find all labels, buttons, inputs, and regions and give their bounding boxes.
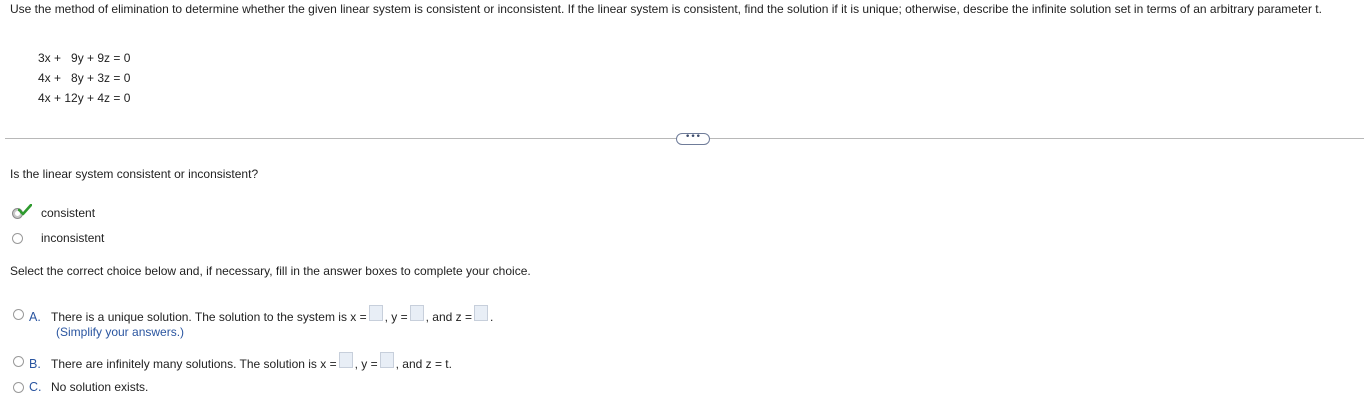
choice-b[interactable]: B. There are infinitely many solutions. … <box>13 352 452 371</box>
choice-c-text: No solution exists. <box>51 380 149 394</box>
question-solution-prompt: Select the correct choice below and, if … <box>10 264 531 278</box>
choice-a-z-label: , and z = <box>425 310 473 324</box>
equation-3: 4x + 12y + 4z = 0 <box>38 91 131 105</box>
radio-choice-a[interactable] <box>13 309 24 320</box>
choice-a[interactable]: A. There is a unique solution. The solut… <box>13 305 493 324</box>
choice-a-end: . <box>490 310 494 324</box>
option-consistent-label: consistent <box>41 206 96 220</box>
answer-box-y-infinite[interactable] <box>379 352 394 368</box>
equation-1: 3x + 9y + 9z = 0 <box>38 51 131 65</box>
choice-a-text: There is a unique solution. The solution… <box>51 310 367 324</box>
answer-box-x-infinite[interactable] <box>338 352 353 368</box>
choice-a-letter: A. <box>29 310 41 324</box>
choice-a-y-label: , y = <box>384 310 408 324</box>
simplify-hint: (Simplify your answers.) <box>56 325 185 339</box>
checkmark-icon <box>18 203 32 215</box>
option-inconsistent-label: inconsistent <box>41 231 105 245</box>
instructions-text: Use the method of elimination to determi… <box>10 2 1322 16</box>
more-options-button[interactable]: ••• <box>676 133 710 145</box>
choice-b-letter: B. <box>29 357 41 371</box>
equation-2: 4x + 8y + 3z = 0 <box>38 71 131 85</box>
answer-box-x-unique[interactable] <box>368 305 383 321</box>
radio-choice-c[interactable] <box>13 381 24 393</box>
choice-c-letter: C. <box>29 380 42 394</box>
option-inconsistent[interactable]: inconsistent <box>12 230 104 246</box>
radio-inconsistent[interactable] <box>12 232 23 244</box>
choice-b-y-label: , y = <box>354 357 378 371</box>
question-consistency-prompt: Is the linear system consistent or incon… <box>10 167 259 181</box>
linear-system: 3x + 9y + 9z = 0 4x + 8y + 3z = 0 4x + 1… <box>38 48 130 108</box>
option-consistent[interactable]: consistent <box>12 203 96 221</box>
choice-b-end: , and z = t. <box>395 357 452 371</box>
choice-c[interactable]: C. No solution exists. <box>13 380 148 394</box>
answer-box-z-unique[interactable] <box>474 305 489 321</box>
radio-consistent[interactable] <box>12 203 32 219</box>
answer-box-y-unique[interactable] <box>409 305 424 321</box>
choice-b-text: There are infinitely many solutions. The… <box>51 357 337 371</box>
radio-choice-b[interactable] <box>13 356 24 367</box>
